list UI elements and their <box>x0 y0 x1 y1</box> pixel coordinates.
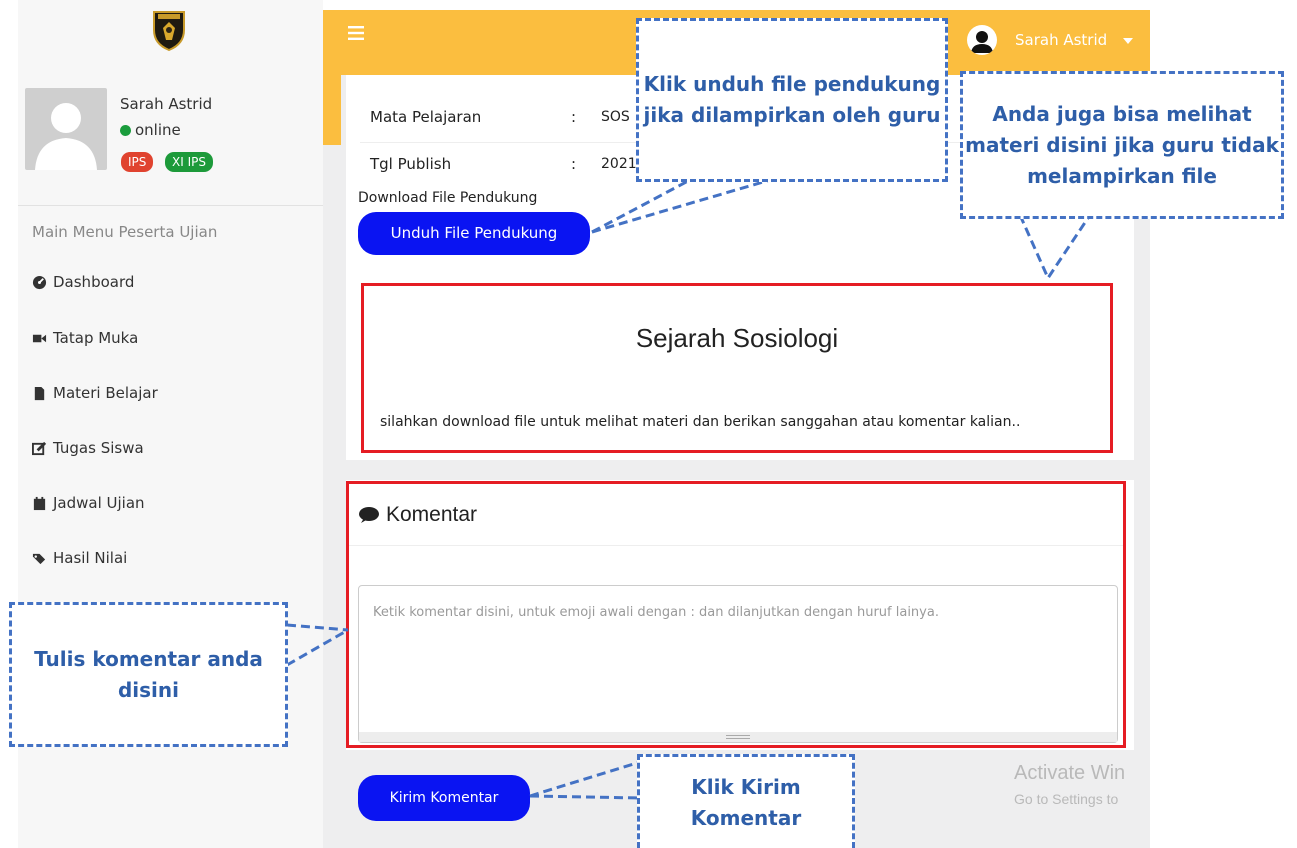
callout-kirim: Klik Kirim Komentar <box>637 754 855 848</box>
callout-unduh: Klik unduh file pendukung jika dilampirk… <box>636 18 948 182</box>
callout-tulis: Tulis komentar anda disini <box>9 602 288 747</box>
callout-materi: Anda juga bisa melihat materi disini jik… <box>960 71 1284 219</box>
